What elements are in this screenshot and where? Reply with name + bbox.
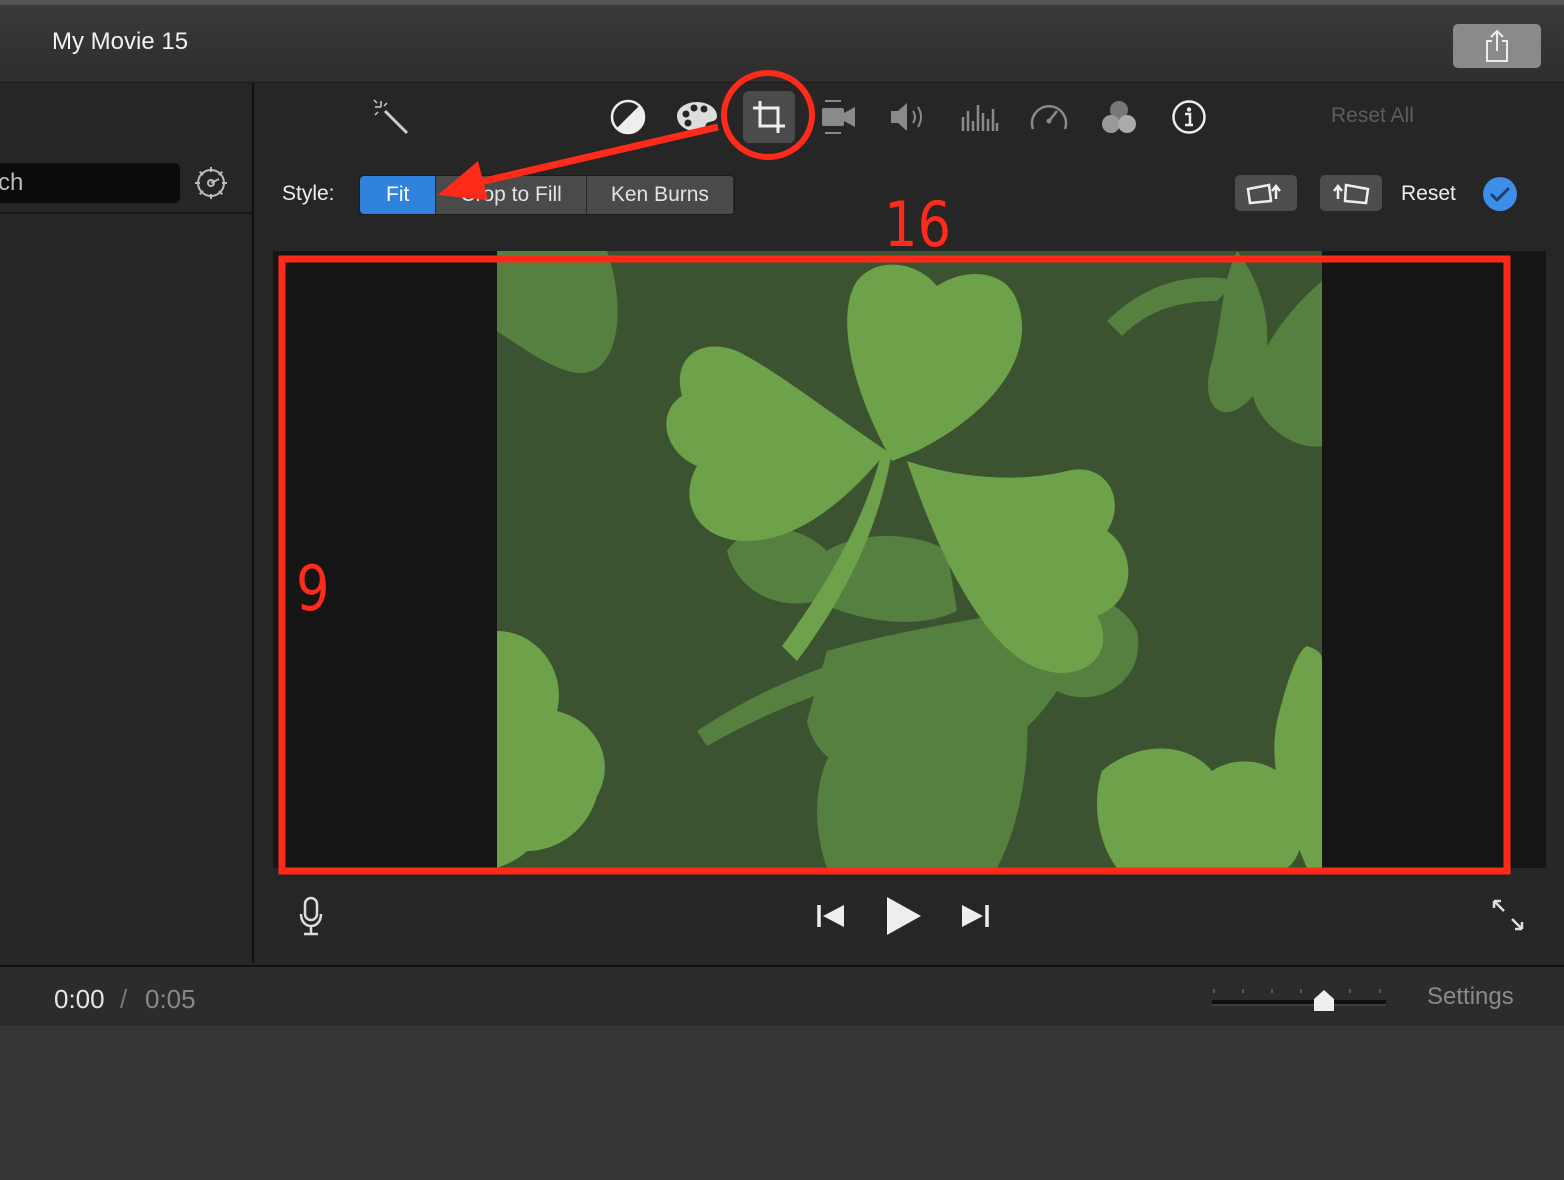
width-ratio-label: 16 [884, 188, 952, 261]
color-correction-icon[interactable] [675, 95, 719, 139]
zoom-slider-thumb [1314, 990, 1334, 1011]
skip-forward-icon [962, 905, 989, 927]
zoom-slider[interactable] [1210, 985, 1388, 1015]
rotate-clockwise-button[interactable] [1320, 175, 1382, 211]
checkmark-icon [1489, 186, 1511, 203]
info-icon[interactable] [1167, 95, 1211, 139]
color-balance-icon[interactable] [606, 95, 650, 139]
volume-icon[interactable] [887, 95, 931, 139]
reset-all-button[interactable]: Reset All [1331, 104, 1414, 128]
rotate-cw-icon [1333, 183, 1370, 205]
share-button[interactable] [1453, 24, 1541, 68]
share-icon [1486, 29, 1508, 62]
apply-button[interactable] [1483, 177, 1517, 211]
current-time: 0:00 [54, 984, 105, 1014]
microphone-icon [299, 896, 323, 936]
skip-forward-button[interactable] [958, 899, 992, 933]
skip-back-button[interactable] [814, 899, 848, 933]
time-separator: / [120, 984, 128, 1014]
clip-filter-icon[interactable] [1097, 95, 1141, 139]
sidebar-divider [0, 212, 252, 214]
stabilization-icon[interactable] [817, 95, 861, 139]
search-input[interactable]: ch [0, 163, 180, 203]
speed-icon[interactable] [1027, 95, 1071, 139]
library-sidebar: ch [0, 83, 254, 963]
timeline-area[interactable] [0, 1026, 1564, 1180]
style-label: Style: [282, 182, 335, 205]
style-crop-to-fill-button[interactable]: Crop to Fill [436, 176, 587, 214]
style-ken-burns-button[interactable]: Ken Burns [586, 176, 734, 214]
noise-reduction-icon[interactable] [957, 95, 1001, 139]
window-top-edge [0, 0, 1564, 5]
window-title: My Movie 15 [52, 28, 189, 55]
voiceover-button[interactable] [296, 895, 326, 937]
height-ratio-label: 9 [296, 552, 330, 625]
play-button[interactable] [880, 891, 926, 941]
crop-icon[interactable] [743, 91, 795, 143]
duration: 0:05 [145, 984, 196, 1014]
style-fit-button[interactable]: Fit [360, 176, 437, 214]
fullscreen-button[interactable] [1488, 895, 1528, 935]
gear-icon[interactable] [193, 165, 229, 201]
video-clip-preview [497, 251, 1322, 868]
rotate-counterclockwise-button[interactable] [1235, 175, 1297, 211]
skip-back-icon [817, 905, 844, 927]
settings-button[interactable]: Settings [1427, 983, 1514, 1011]
timeline-toolbar: 0:00 / 0:05 Settings [0, 965, 1564, 1028]
expand-icon [1492, 899, 1524, 931]
magic-wand-icon[interactable] [369, 95, 413, 139]
rotate-ccw-icon [1246, 183, 1281, 205]
reset-button[interactable]: Reset [1401, 182, 1456, 206]
crop-style-segmented-control: Fit Crop to Fill Ken Burns [359, 175, 735, 215]
shamrock-image [497, 251, 1322, 868]
play-icon [887, 897, 921, 935]
title-bar: My Movie 15 [0, 0, 1564, 83]
